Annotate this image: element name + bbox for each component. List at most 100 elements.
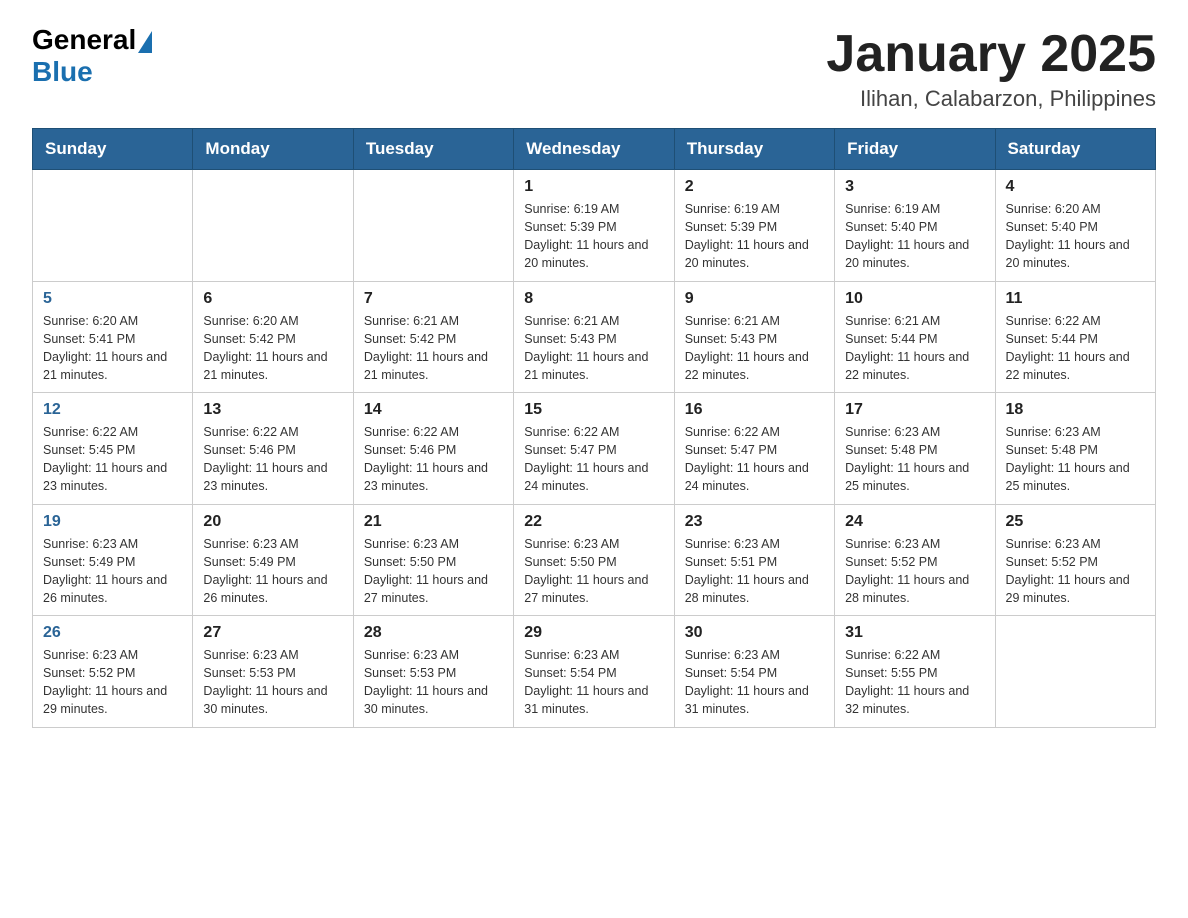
calendar-day-cell: 11 Sunrise: 6:22 AM Sunset: 5:44 PM Dayli… bbox=[995, 281, 1155, 393]
calendar-day-cell: 24 Sunrise: 6:23 AM Sunset: 5:52 PM Dayli… bbox=[835, 504, 995, 616]
calendar-day-cell: 26Sunrise: 6:23 AM Sunset: 5:52 PM Dayli… bbox=[33, 616, 193, 728]
page-header: General Blue January 2025 Ilihan, Calaba… bbox=[32, 24, 1156, 112]
day-info: Sunrise: 6:20 AM Sunset: 5:42 PM Dayligh… bbox=[203, 312, 342, 385]
calendar-day-cell: 2Sunrise: 6:19 AM Sunset: 5:39 PM Daylig… bbox=[674, 170, 834, 282]
day-info: Sunrise: 6:19 AM Sunset: 5:39 PM Dayligh… bbox=[524, 200, 663, 273]
logo-general-text: General bbox=[32, 24, 136, 56]
day-info: Sunrise: 6:20 AM Sunset: 5:41 PM Dayligh… bbox=[43, 312, 182, 385]
day-number: 10 bbox=[845, 290, 984, 308]
day-of-week-header: Monday bbox=[193, 129, 353, 170]
day-info: Sunrise: 6:23 AM Sunset: 5:50 PM Dayligh… bbox=[524, 535, 663, 608]
day-info: Sunrise: 6:21 AM Sunset: 5:43 PM Dayligh… bbox=[685, 312, 824, 385]
calendar-day-cell: 19Sunrise: 6:23 AM Sunset: 5:49 PM Dayli… bbox=[33, 504, 193, 616]
logo-blue-text: Blue bbox=[32, 56, 93, 87]
calendar-day-cell: 16 Sunrise: 6:22 AM Sunset: 5:47 PM Dayli… bbox=[674, 393, 834, 505]
calendar-day-cell: 30 Sunrise: 6:23 AM Sunset: 5:54 PM Dayli… bbox=[674, 616, 834, 728]
day-info: Sunrise: 6:20 AM Sunset: 5:40 PM Dayligh… bbox=[1006, 200, 1145, 273]
day-number: 11 bbox=[1006, 290, 1145, 308]
calendar-day-cell: 20 Sunrise: 6:23 AM Sunset: 5:49 PM Dayli… bbox=[193, 504, 353, 616]
calendar-day-cell bbox=[193, 170, 353, 282]
calendar-day-cell bbox=[33, 170, 193, 282]
calendar-day-cell: 8Sunrise: 6:21 AM Sunset: 5:43 PM Daylig… bbox=[514, 281, 674, 393]
day-number: 30 bbox=[685, 624, 824, 642]
calendar-week-row: 19Sunrise: 6:23 AM Sunset: 5:49 PM Dayli… bbox=[33, 504, 1156, 616]
day-info: Sunrise: 6:23 AM Sunset: 5:48 PM Dayligh… bbox=[845, 423, 984, 496]
day-number: 3 bbox=[845, 178, 984, 196]
day-number: 25 bbox=[1006, 513, 1145, 531]
calendar-day-cell: 4 Sunrise: 6:20 AM Sunset: 5:40 PM Daylig… bbox=[995, 170, 1155, 282]
calendar-day-cell bbox=[353, 170, 513, 282]
calendar-day-cell: 5Sunrise: 6:20 AM Sunset: 5:41 PM Daylig… bbox=[33, 281, 193, 393]
calendar-day-cell: 31Sunrise: 6:22 AM Sunset: 5:55 PM Dayli… bbox=[835, 616, 995, 728]
day-of-week-header: Thursday bbox=[674, 129, 834, 170]
day-info: Sunrise: 6:19 AM Sunset: 5:40 PM Dayligh… bbox=[845, 200, 984, 273]
calendar-day-cell: 6 Sunrise: 6:20 AM Sunset: 5:42 PM Daylig… bbox=[193, 281, 353, 393]
day-number: 24 bbox=[845, 513, 984, 531]
days-of-week-row: SundayMondayTuesdayWednesdayThursdayFrid… bbox=[33, 129, 1156, 170]
day-info: Sunrise: 6:23 AM Sunset: 5:54 PM Dayligh… bbox=[685, 646, 824, 719]
day-number: 21 bbox=[364, 513, 503, 531]
calendar-subtitle: Ilihan, Calabarzon, Philippines bbox=[826, 86, 1156, 112]
day-info: Sunrise: 6:23 AM Sunset: 5:49 PM Dayligh… bbox=[43, 535, 182, 608]
day-number: 20 bbox=[203, 513, 342, 531]
day-info: Sunrise: 6:23 AM Sunset: 5:49 PM Dayligh… bbox=[203, 535, 342, 608]
day-info: Sunrise: 6:23 AM Sunset: 5:52 PM Dayligh… bbox=[43, 646, 182, 719]
day-number: 27 bbox=[203, 624, 342, 642]
calendar-day-cell: 27 Sunrise: 6:23 AM Sunset: 5:53 PM Dayli… bbox=[193, 616, 353, 728]
day-number: 2 bbox=[685, 178, 824, 196]
calendar-day-cell: 3 Sunrise: 6:19 AM Sunset: 5:40 PM Daylig… bbox=[835, 170, 995, 282]
day-info: Sunrise: 6:22 AM Sunset: 5:46 PM Dayligh… bbox=[203, 423, 342, 496]
calendar-week-row: 26Sunrise: 6:23 AM Sunset: 5:52 PM Dayli… bbox=[33, 616, 1156, 728]
day-number: 8 bbox=[524, 290, 663, 308]
day-number: 13 bbox=[203, 401, 342, 419]
day-info: Sunrise: 6:21 AM Sunset: 5:44 PM Dayligh… bbox=[845, 312, 984, 385]
day-of-week-header: Friday bbox=[835, 129, 995, 170]
day-info: Sunrise: 6:23 AM Sunset: 5:52 PM Dayligh… bbox=[845, 535, 984, 608]
day-info: Sunrise: 6:22 AM Sunset: 5:55 PM Dayligh… bbox=[845, 646, 984, 719]
calendar-day-cell: 10 Sunrise: 6:21 AM Sunset: 5:44 PM Dayli… bbox=[835, 281, 995, 393]
calendar-day-cell: 22 Sunrise: 6:23 AM Sunset: 5:50 PM Dayli… bbox=[514, 504, 674, 616]
day-info: Sunrise: 6:23 AM Sunset: 5:51 PM Dayligh… bbox=[685, 535, 824, 608]
calendar-day-cell: 13 Sunrise: 6:22 AM Sunset: 5:46 PM Dayli… bbox=[193, 393, 353, 505]
day-number: 16 bbox=[685, 401, 824, 419]
calendar-day-cell: 23 Sunrise: 6:23 AM Sunset: 5:51 PM Dayli… bbox=[674, 504, 834, 616]
calendar-day-cell: 14Sunrise: 6:22 AM Sunset: 5:46 PM Dayli… bbox=[353, 393, 513, 505]
day-number: 22 bbox=[524, 513, 663, 531]
calendar-title: January 2025 bbox=[826, 24, 1156, 84]
calendar-day-cell: 12Sunrise: 6:22 AM Sunset: 5:45 PM Dayli… bbox=[33, 393, 193, 505]
day-number: 15 bbox=[524, 401, 663, 419]
day-info: Sunrise: 6:23 AM Sunset: 5:48 PM Dayligh… bbox=[1006, 423, 1145, 496]
day-number: 18 bbox=[1006, 401, 1145, 419]
day-info: Sunrise: 6:23 AM Sunset: 5:53 PM Dayligh… bbox=[203, 646, 342, 719]
calendar-day-cell: 18 Sunrise: 6:23 AM Sunset: 5:48 PM Dayli… bbox=[995, 393, 1155, 505]
calendar-day-cell bbox=[995, 616, 1155, 728]
calendar-day-cell: 25Sunrise: 6:23 AM Sunset: 5:52 PM Dayli… bbox=[995, 504, 1155, 616]
day-number: 6 bbox=[203, 290, 342, 308]
day-info: Sunrise: 6:22 AM Sunset: 5:46 PM Dayligh… bbox=[364, 423, 503, 496]
day-info: Sunrise: 6:23 AM Sunset: 5:53 PM Dayligh… bbox=[364, 646, 503, 719]
calendar-day-cell: 1Sunrise: 6:19 AM Sunset: 5:39 PM Daylig… bbox=[514, 170, 674, 282]
title-block: January 2025 Ilihan, Calabarzon, Philipp… bbox=[826, 24, 1156, 112]
day-number: 23 bbox=[685, 513, 824, 531]
calendar-week-row: 1Sunrise: 6:19 AM Sunset: 5:39 PM Daylig… bbox=[33, 170, 1156, 282]
calendar-day-cell: 21 Sunrise: 6:23 AM Sunset: 5:50 PM Dayli… bbox=[353, 504, 513, 616]
day-info: Sunrise: 6:22 AM Sunset: 5:47 PM Dayligh… bbox=[685, 423, 824, 496]
calendar-day-cell: 17Sunrise: 6:23 AM Sunset: 5:48 PM Dayli… bbox=[835, 393, 995, 505]
day-info: Sunrise: 6:22 AM Sunset: 5:47 PM Dayligh… bbox=[524, 423, 663, 496]
calendar-day-cell: 7Sunrise: 6:21 AM Sunset: 5:42 PM Daylig… bbox=[353, 281, 513, 393]
calendar-day-cell: 15 Sunrise: 6:22 AM Sunset: 5:47 PM Dayli… bbox=[514, 393, 674, 505]
day-info: Sunrise: 6:23 AM Sunset: 5:50 PM Dayligh… bbox=[364, 535, 503, 608]
day-info: Sunrise: 6:23 AM Sunset: 5:54 PM Dayligh… bbox=[524, 646, 663, 719]
day-number: 9 bbox=[685, 290, 824, 308]
day-number: 7 bbox=[364, 290, 503, 308]
day-of-week-header: Wednesday bbox=[514, 129, 674, 170]
calendar-day-cell: 28Sunrise: 6:23 AM Sunset: 5:53 PM Dayli… bbox=[353, 616, 513, 728]
calendar-day-cell: 9 Sunrise: 6:21 AM Sunset: 5:43 PM Daylig… bbox=[674, 281, 834, 393]
day-number: 12 bbox=[43, 401, 182, 419]
day-info: Sunrise: 6:22 AM Sunset: 5:44 PM Dayligh… bbox=[1006, 312, 1145, 385]
calendar-body: 1Sunrise: 6:19 AM Sunset: 5:39 PM Daylig… bbox=[33, 170, 1156, 728]
day-number: 4 bbox=[1006, 178, 1145, 196]
day-of-week-header: Saturday bbox=[995, 129, 1155, 170]
day-of-week-header: Tuesday bbox=[353, 129, 513, 170]
calendar-header: SundayMondayTuesdayWednesdayThursdayFrid… bbox=[33, 129, 1156, 170]
